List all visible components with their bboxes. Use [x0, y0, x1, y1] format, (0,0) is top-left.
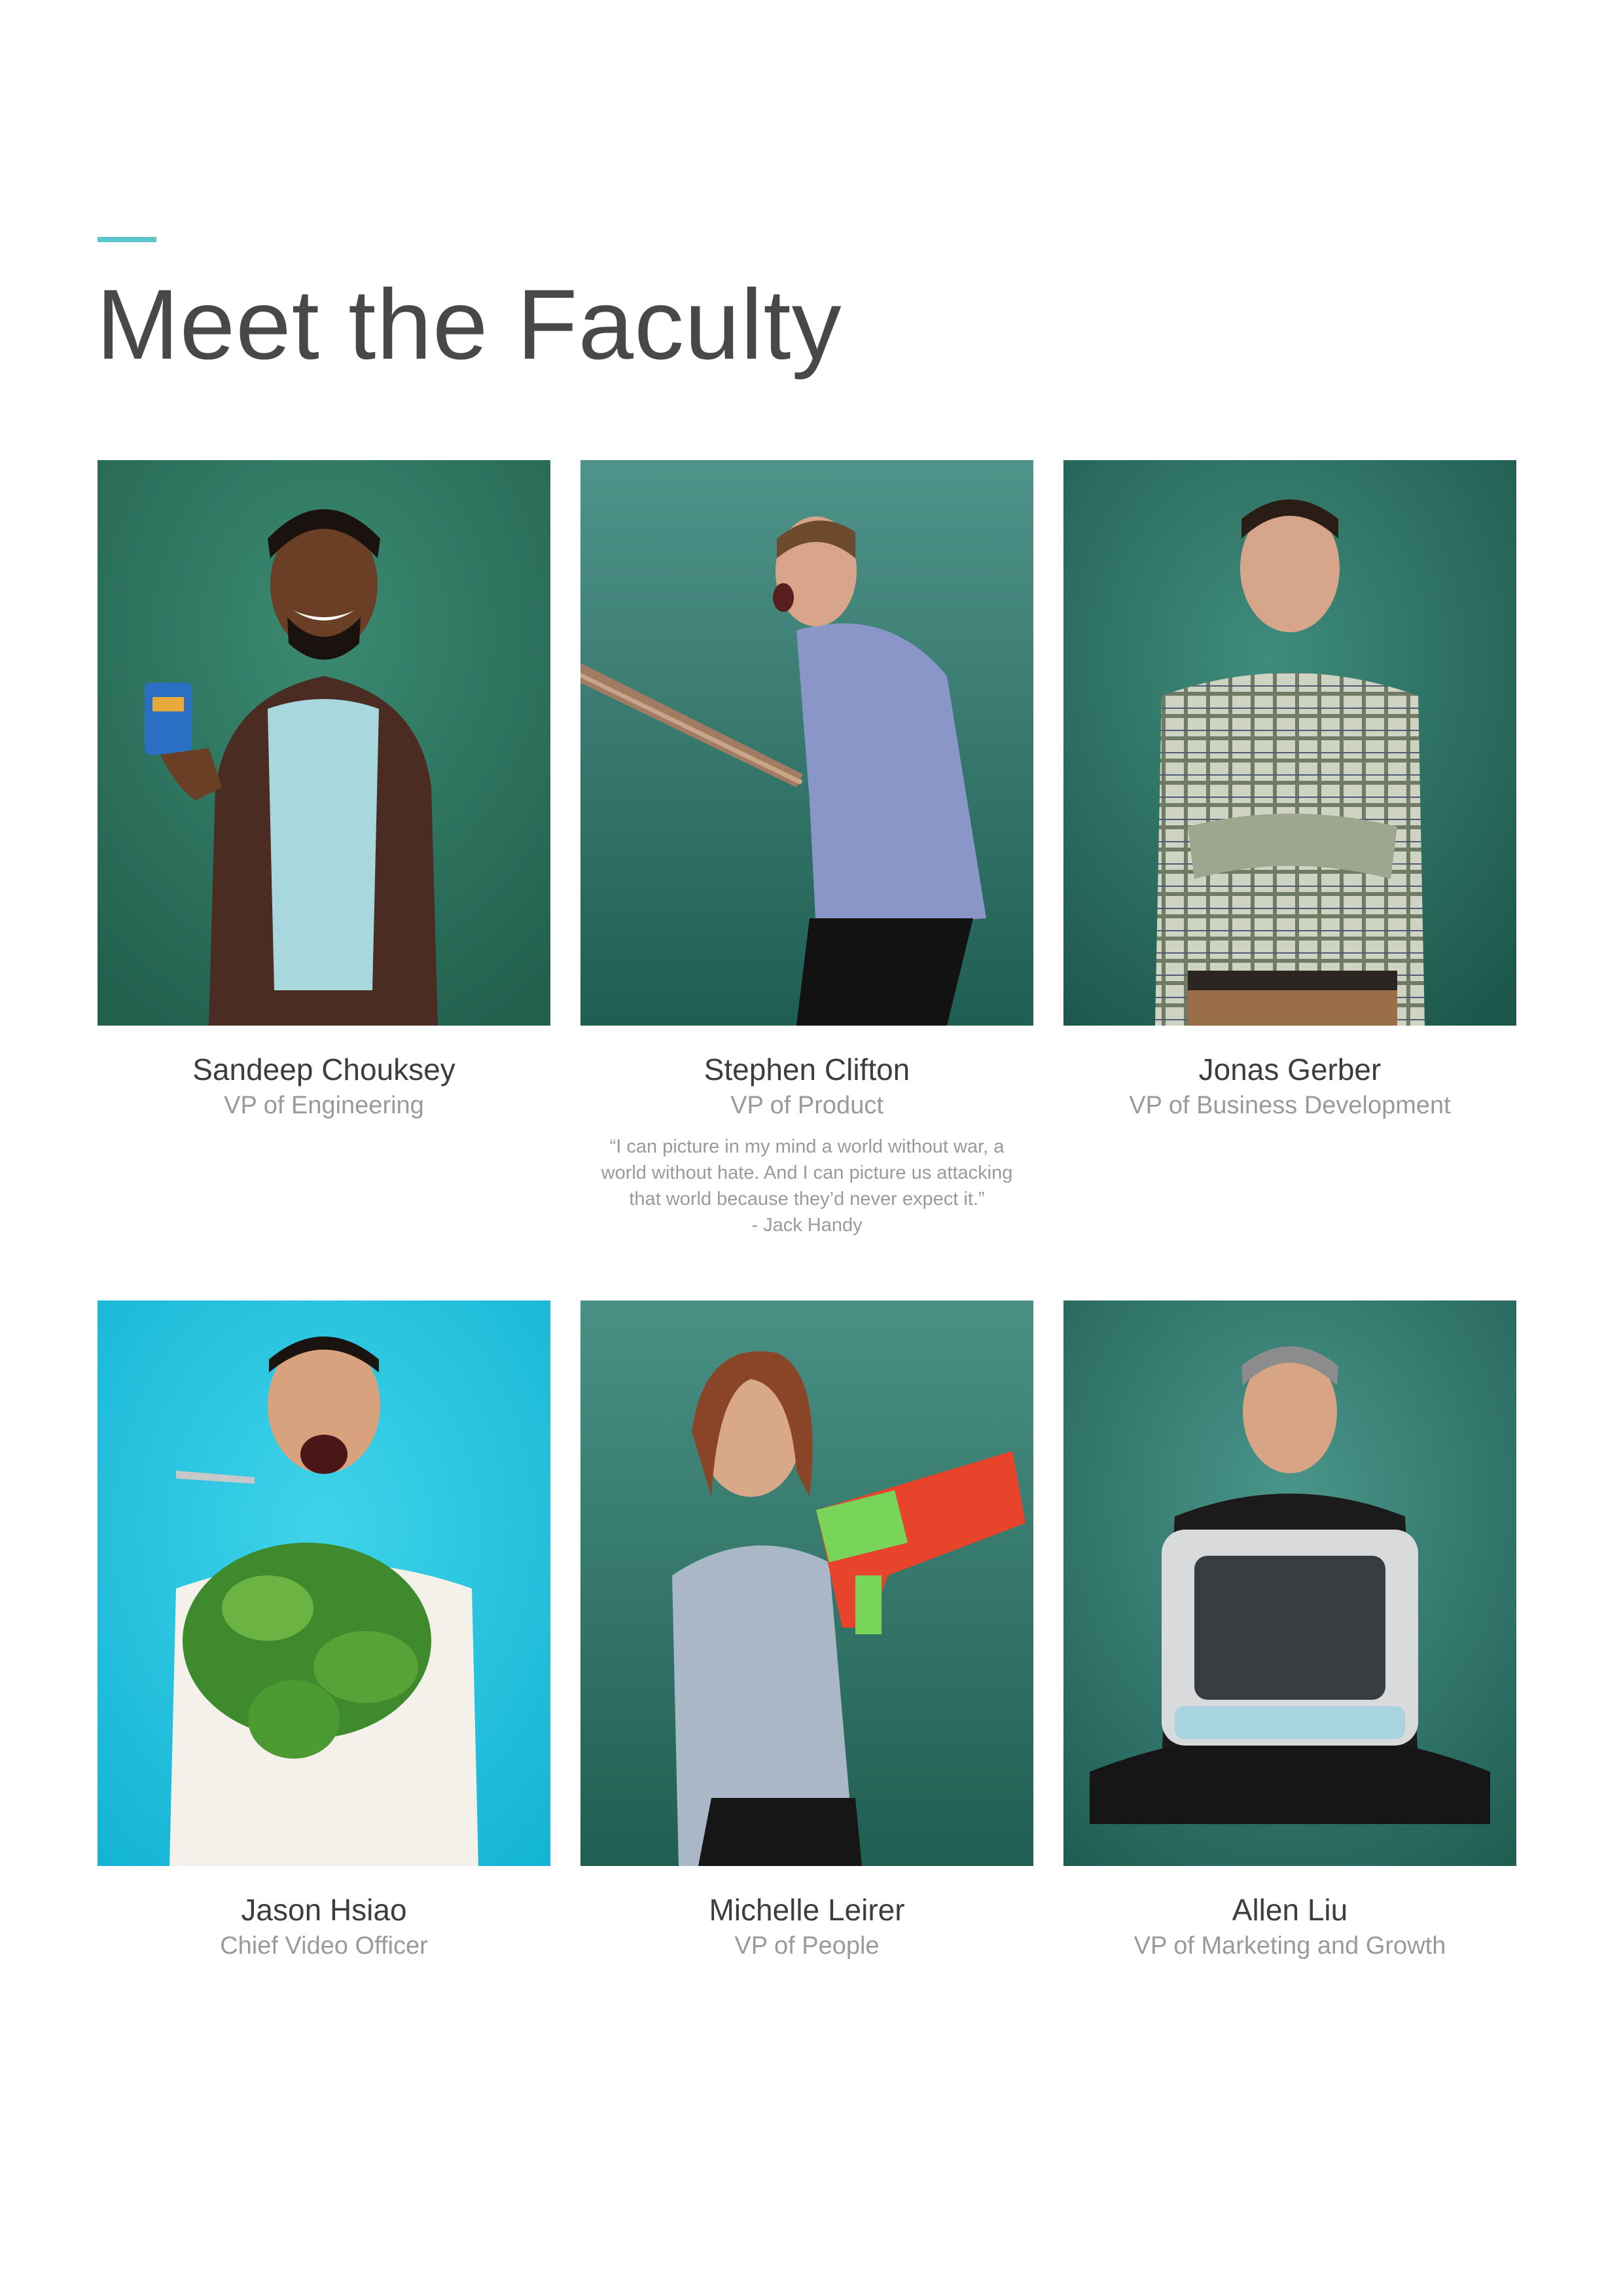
faculty-card: Michelle Leirer VP of People: [580, 1300, 1033, 1962]
faculty-photo: [1063, 1300, 1516, 1866]
faculty-name: Michelle Leirer: [709, 1893, 905, 1927]
faculty-card: Allen Liu VP of Marketing and Growth: [1063, 1300, 1516, 1962]
faculty-name: Jonas Gerber: [1198, 1052, 1382, 1086]
faculty-card: Stephen Clifton VP of Product “I can pic…: [580, 460, 1033, 1238]
faculty-photo: [580, 460, 1033, 1026]
faculty-role: VP of Marketing and Growth: [1133, 1932, 1446, 1960]
faculty-card: Sandeep Chouksey VP of Engineering: [98, 460, 550, 1122]
faculty-name: Sandeep Chouksey: [192, 1052, 455, 1086]
faculty-name: Allen Liu: [1232, 1893, 1348, 1927]
faculty-role: VP of Business Development: [1129, 1092, 1451, 1120]
faculty-photo: [98, 460, 550, 1026]
accent-bar: [98, 237, 156, 242]
faculty-name: Stephen Clifton: [704, 1052, 910, 1086]
faculty-role: VP of People: [734, 1932, 880, 1960]
faculty-photo: [580, 1300, 1033, 1866]
faculty-photo: [1063, 460, 1516, 1026]
faculty-role: VP of Engineering: [224, 1092, 424, 1120]
faculty-quote-author: - Jack Handy: [751, 1214, 863, 1236]
page-title: Meet the Faculty: [96, 269, 842, 380]
faculty-role: Chief Video Officer: [220, 1932, 428, 1960]
faculty-photo: [98, 1300, 550, 1866]
faculty-quote: “I can picture in my mind a world withou…: [601, 1136, 1013, 1210]
faculty-card: Jonas Gerber VP of Business Development: [1063, 460, 1516, 1122]
faculty-card: Jason Hsiao Chief Video Officer: [98, 1300, 550, 1962]
faculty-role: VP of Product: [730, 1092, 883, 1120]
faculty-name: Jason Hsiao: [241, 1893, 407, 1927]
